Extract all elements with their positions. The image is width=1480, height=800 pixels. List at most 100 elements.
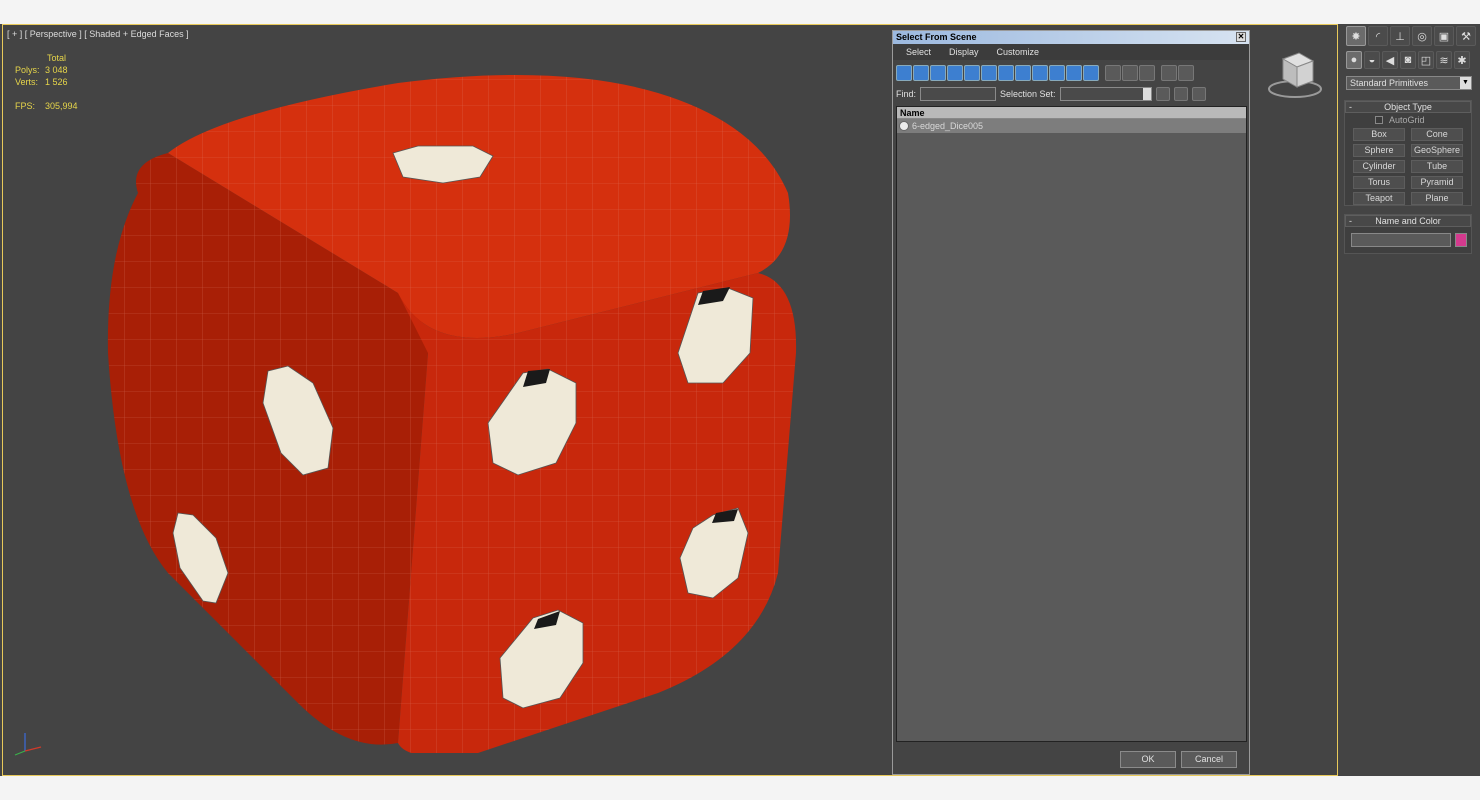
find-label: Find: <box>896 89 917 99</box>
menu-customize[interactable]: Customize <box>988 44 1049 60</box>
hierarchy-tab-icon[interactable]: ⊥ <box>1390 26 1410 46</box>
torus-button[interactable]: Torus <box>1353 176 1405 189</box>
list-header-name[interactable]: Name <box>897 107 1246 119</box>
object-type-header[interactable]: - Object Type <box>1345 101 1471 113</box>
polys-value: 3 048 <box>45 65 68 75</box>
scene-object-list[interactable]: Name 6-edged_Dice005 <box>896 106 1247 742</box>
fps-label: FPS: <box>15 101 36 111</box>
chevron-down-icon: ▼ <box>1460 77 1471 89</box>
utilities-tab-icon[interactable]: ⚒ <box>1456 26 1476 46</box>
dialog-title-bar[interactable]: Select From Scene ✕ <box>893 31 1249 44</box>
create-category-tabs: ● ◒ ◀ ◙ ◰ ≋ ✱ <box>1346 51 1470 69</box>
create-tab-icon[interactable]: ✸ <box>1346 26 1366 46</box>
selection-set-label: Selection Set: <box>1000 89 1056 99</box>
stats-verts: Verts: 1 526 <box>15 77 68 87</box>
object-type-title: Object Type <box>1384 102 1432 112</box>
display-frozen-icon[interactable] <box>1066 65 1082 81</box>
collapse-icon: - <box>1349 216 1352 226</box>
select-invert-icon[interactable] <box>1139 65 1155 81</box>
filter-icon[interactable] <box>1161 65 1177 81</box>
find-input[interactable] <box>920 87 997 101</box>
stats-header: Total <box>47 53 67 63</box>
pyramid-button[interactable]: Pyramid <box>1411 176 1463 189</box>
hierarchy-icon[interactable] <box>1178 65 1194 81</box>
select-all-icon[interactable] <box>1105 65 1121 81</box>
dice-pip <box>392 145 494 184</box>
display-shapes-icon[interactable] <box>913 65 929 81</box>
create-selection-set-icon[interactable] <box>1155 87 1170 101</box>
motion-tab-icon[interactable]: ◎ <box>1412 26 1432 46</box>
name-and-color-rollout: - Name and Color <box>1344 214 1472 254</box>
helpers-icon[interactable]: ◰ <box>1418 51 1434 69</box>
display-xrefs-icon[interactable] <box>1015 65 1031 81</box>
polys-label: Polys: <box>15 65 40 75</box>
list-item[interactable]: 6-edged_Dice005 <box>897 119 1246 133</box>
display-groups-icon[interactable] <box>998 65 1014 81</box>
systems-icon[interactable]: ✱ <box>1454 51 1470 69</box>
display-hidden-icon[interactable] <box>1083 65 1099 81</box>
tube-button[interactable]: Tube <box>1411 160 1463 173</box>
menu-select[interactable]: Select <box>897 44 940 60</box>
verts-label: Verts: <box>15 77 39 87</box>
list-header-label: Name <box>900 108 925 118</box>
dialog-toolbar <box>896 65 1194 83</box>
find-row: Find: Selection Set: <box>896 86 1248 102</box>
plane-button[interactable]: Plane <box>1411 192 1463 205</box>
delete-selection-set-icon[interactable] <box>1191 87 1206 101</box>
autogrid-checkbox[interactable] <box>1375 116 1383 124</box>
geosphere-button[interactable]: GeoSphere <box>1411 144 1463 157</box>
dialog-title: Select From Scene <box>896 32 977 42</box>
name-and-color-header[interactable]: - Name and Color <box>1345 215 1471 227</box>
selection-set-dropdown[interactable] <box>1059 87 1152 101</box>
shapes-icon[interactable]: ◒ <box>1364 51 1380 69</box>
autogrid-label: AutoGrid <box>1389 115 1425 125</box>
cameras-icon[interactable]: ◙ <box>1400 51 1416 69</box>
display-tab-icon[interactable]: ▣ <box>1434 26 1454 46</box>
select-none-icon[interactable] <box>1122 65 1138 81</box>
modify-tab-icon[interactable]: ◜ <box>1368 26 1388 46</box>
object-color-swatch[interactable] <box>1455 233 1467 247</box>
display-bones-icon[interactable] <box>1032 65 1048 81</box>
menu-display[interactable]: Display <box>940 44 988 60</box>
object-type-icon <box>899 121 909 131</box>
display-lights-icon[interactable] <box>930 65 946 81</box>
cylinder-button[interactable]: Cylinder <box>1353 160 1405 173</box>
display-geometry-icon[interactable] <box>896 65 912 81</box>
viewcube[interactable] <box>1265 49 1325 99</box>
object-name-input[interactable] <box>1351 233 1451 247</box>
edit-selection-set-icon[interactable] <box>1173 87 1188 101</box>
perspective-viewport[interactable]: [ + ] [ Perspective ] [ Shaded + Edged F… <box>2 24 1338 776</box>
teapot-button[interactable]: Teapot <box>1353 192 1405 205</box>
chevron-down-icon <box>1142 88 1151 100</box>
axis-gizmo <box>14 733 42 756</box>
select-from-scene-dialog: Select From Scene ✕ Select Display Custo… <box>892 30 1250 775</box>
display-spacewarps-icon[interactable] <box>981 65 997 81</box>
fps-value: 305,994 <box>45 101 78 111</box>
list-item-name: 6-edged_Dice005 <box>912 121 984 131</box>
cone-button[interactable]: Cone <box>1411 128 1463 141</box>
viewport-label[interactable]: [ + ] [ Perspective ] [ Shaded + Edged F… <box>7 29 189 39</box>
stats-polys: Polys: 3 048 <box>15 65 68 75</box>
primitives-dropdown-value: Standard Primitives <box>1350 78 1429 88</box>
close-icon[interactable]: ✕ <box>1236 32 1246 42</box>
command-panel: ✸ ◜ ⊥ ◎ ▣ ⚒ ● ◒ ◀ ◙ ◰ ≋ ✱ Standard Primi… <box>1340 24 1480 776</box>
lights-icon[interactable]: ◀ <box>1382 51 1398 69</box>
name-and-color-title: Name and Color <box>1375 216 1441 226</box>
display-containers-icon[interactable] <box>1049 65 1065 81</box>
ok-button[interactable]: OK <box>1120 751 1176 768</box>
cancel-button[interactable]: Cancel <box>1181 751 1237 768</box>
stats-fps: FPS: 305,994 <box>15 101 78 111</box>
display-helpers-icon[interactable] <box>964 65 980 81</box>
display-cameras-icon[interactable] <box>947 65 963 81</box>
box-button[interactable]: Box <box>1353 128 1405 141</box>
app-window: [ + ] [ Perspective ] [ Shaded + Edged F… <box>0 24 1480 776</box>
sphere-button[interactable]: Sphere <box>1353 144 1405 157</box>
dice-model[interactable] <box>98 53 798 753</box>
primitives-dropdown[interactable]: Standard Primitives ▼ <box>1346 76 1472 90</box>
spacewarps-icon[interactable]: ≋ <box>1436 51 1452 69</box>
command-panel-tabs: ✸ ◜ ⊥ ◎ ▣ ⚒ <box>1346 26 1476 46</box>
dialog-footer: OK Cancel <box>893 743 1249 774</box>
geometry-icon[interactable]: ● <box>1346 51 1362 69</box>
dialog-menu-bar: Select Display Customize <box>893 44 1249 60</box>
verts-value: 1 526 <box>45 77 68 87</box>
